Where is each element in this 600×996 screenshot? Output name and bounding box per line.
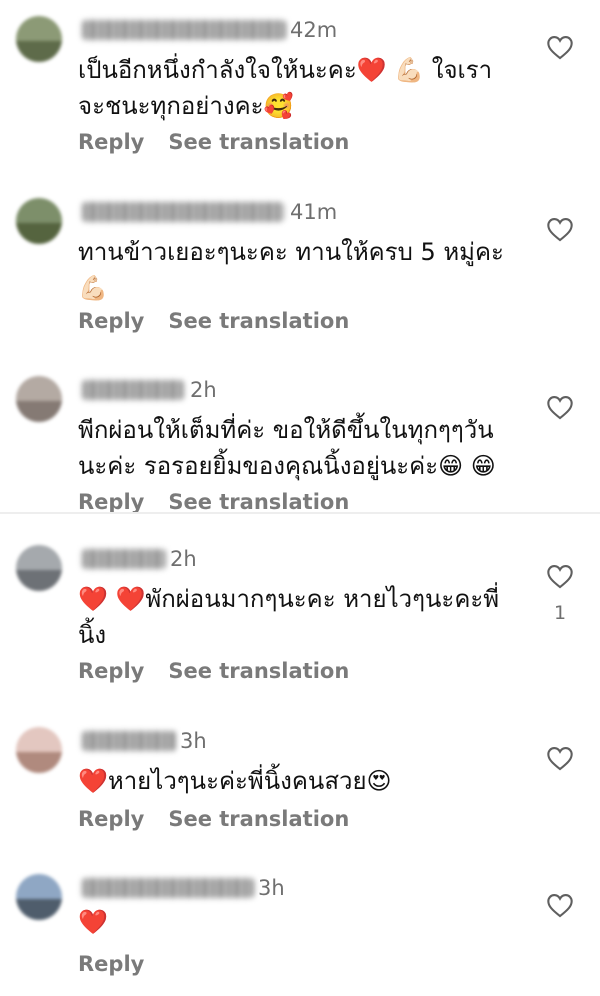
avatar[interactable] — [16, 376, 62, 422]
comment-text: ❤️หายไวๆนะค่ะพี่นิ้งคนสวย😍 — [78, 767, 392, 795]
comment-time: 41m — [290, 200, 338, 224]
reply-button[interactable]: Reply — [78, 659, 144, 683]
comment-text: พีกผ่อนให้เต็มที่ค่ะ ขอให้ดีขึ้นในทุกๆๆว… — [78, 416, 496, 480]
see-translation-button[interactable]: See translation — [168, 490, 349, 514]
comment-time: 42m — [290, 18, 338, 42]
comment-text: ❤️ — [78, 908, 108, 936]
heart-icon[interactable] — [546, 892, 574, 918]
comment-time: 3h — [258, 876, 285, 900]
reply-button[interactable]: Reply — [78, 952, 144, 976]
comment-actions: Reply See translation — [78, 807, 349, 831]
comment-actions: Reply — [78, 952, 144, 976]
comment-text: ทานข้าวเยอะๆนะคะ ทานให้ครบ 5 หมู่คะ 💪🏻 — [78, 238, 504, 302]
username-blurred[interactable] — [82, 549, 166, 569]
comment-actions: Reply See translation — [78, 130, 349, 154]
heart-icon[interactable] — [546, 216, 574, 242]
username-blurred[interactable] — [82, 20, 286, 40]
avatar[interactable] — [16, 874, 62, 920]
heart-icon[interactable] — [546, 34, 574, 60]
reply-button[interactable]: Reply — [78, 807, 144, 831]
comment-time: 2h — [170, 547, 197, 571]
heart-icon[interactable] — [546, 563, 574, 589]
avatar[interactable] — [16, 545, 62, 591]
avatar[interactable] — [16, 16, 62, 62]
reply-button[interactable]: Reply — [78, 490, 144, 514]
comment-time: 3h — [180, 729, 207, 753]
username-blurred[interactable] — [82, 202, 284, 222]
username-blurred[interactable] — [82, 731, 176, 751]
username-blurred[interactable] — [82, 380, 184, 400]
avatar[interactable] — [16, 727, 62, 773]
heart-icon[interactable] — [546, 394, 574, 420]
reply-button[interactable]: Reply — [78, 309, 144, 333]
see-translation-button[interactable]: See translation — [168, 807, 349, 831]
comment-actions: Reply See translation — [78, 659, 349, 683]
username-blurred[interactable] — [82, 878, 254, 898]
heart-icon[interactable] — [546, 745, 574, 771]
comment-text: เป็นอีกหนึ่งกำลังใจให้นะคะ❤️ 💪🏻 ใจเรา จะ… — [78, 56, 493, 120]
divider — [0, 512, 600, 514]
reply-button[interactable]: Reply — [78, 130, 144, 154]
comment-text: ❤️ ❤️พักผ่อนมากๆนะคะ หายไวๆนะคะพี่ นิ้ง — [78, 585, 500, 649]
like-count: 1 — [553, 602, 567, 624]
comment-actions: Reply See translation — [78, 309, 349, 333]
avatar[interactable] — [16, 198, 62, 244]
comment-actions: Reply See translation — [78, 490, 349, 514]
see-translation-button[interactable]: See translation — [168, 659, 349, 683]
see-translation-button[interactable]: See translation — [168, 130, 349, 154]
comment-time: 2h — [190, 378, 217, 402]
see-translation-button[interactable]: See translation — [168, 309, 349, 333]
